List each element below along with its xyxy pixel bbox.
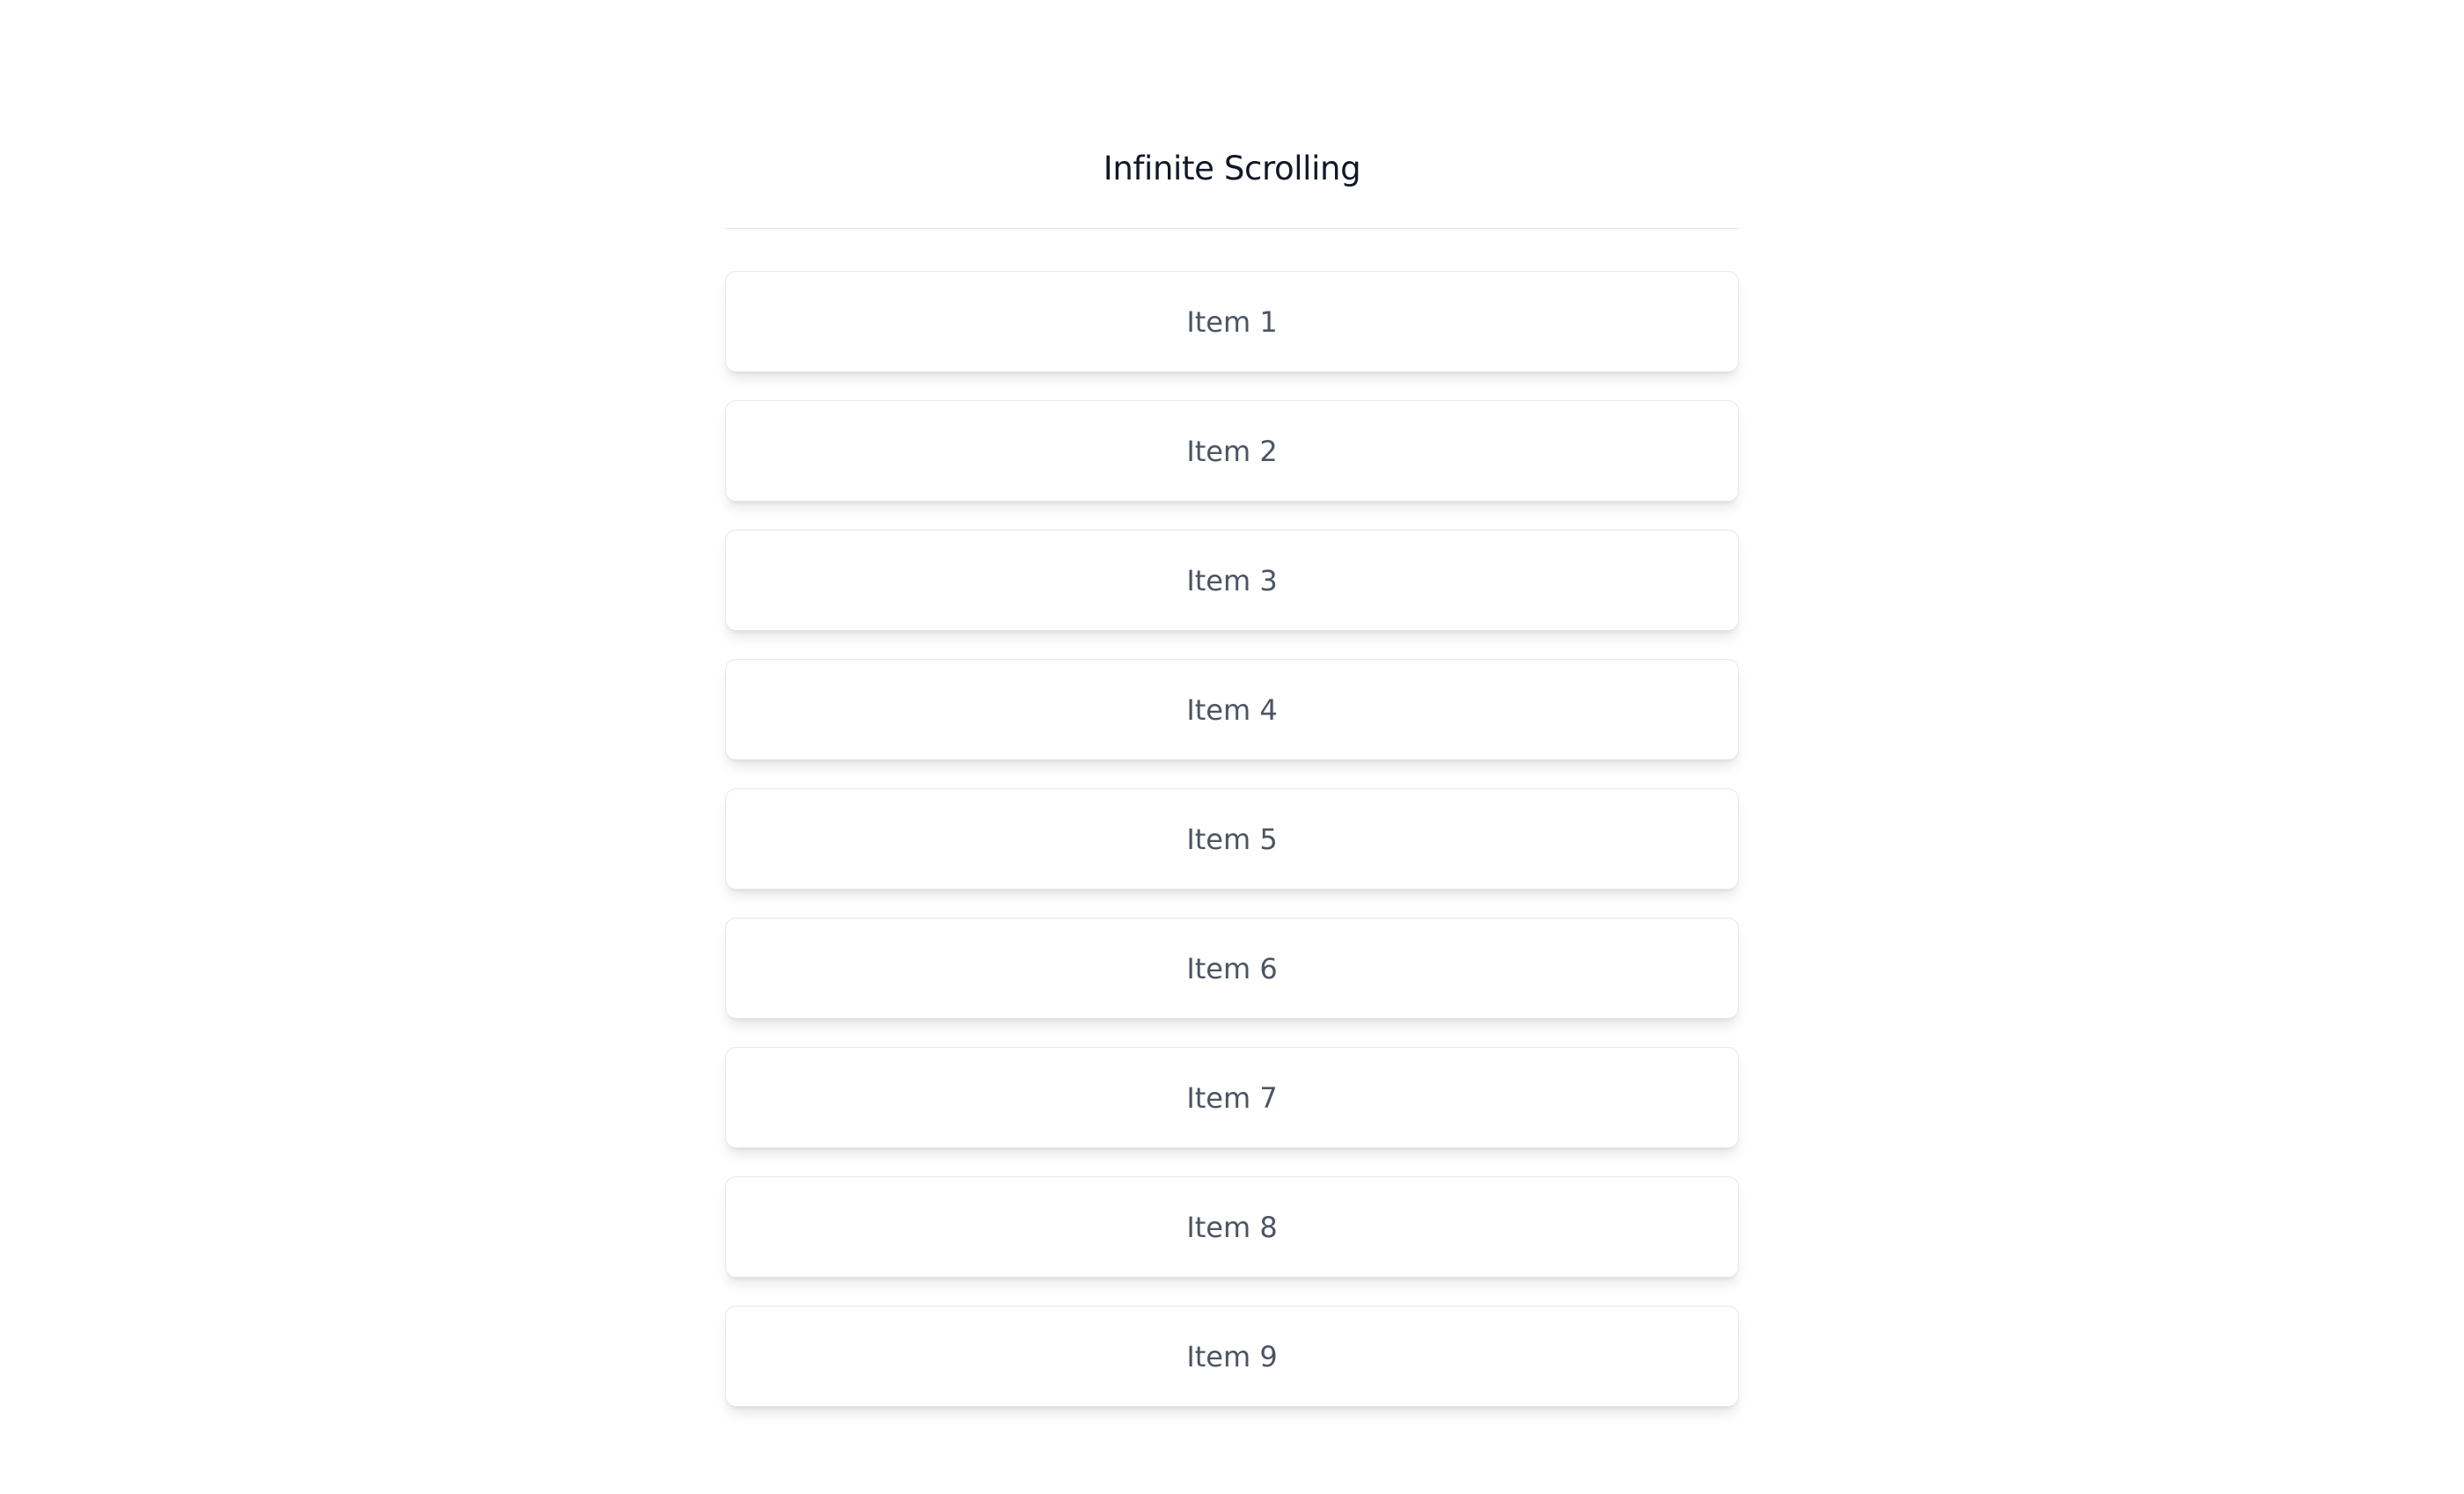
list-item-label: Item 5 bbox=[1186, 823, 1277, 856]
page: Infinite Scrolling Item 1 Item 2 Item 3 … bbox=[0, 0, 2464, 1407]
list-item-label: Item 9 bbox=[1186, 1340, 1277, 1373]
list-item[interactable]: Item 1 bbox=[725, 271, 1739, 372]
list-item[interactable]: Item 9 bbox=[725, 1306, 1739, 1407]
list-item-label: Item 3 bbox=[1186, 564, 1277, 597]
list-item[interactable]: Item 7 bbox=[725, 1047, 1739, 1148]
divider bbox=[725, 228, 1739, 229]
list-item-label: Item 4 bbox=[1186, 693, 1277, 727]
list-item[interactable]: Item 4 bbox=[725, 659, 1739, 760]
list-item[interactable]: Item 3 bbox=[725, 530, 1739, 631]
page-title: Infinite Scrolling bbox=[725, 150, 1739, 187]
list-item[interactable]: Item 5 bbox=[725, 788, 1739, 890]
list-item-label: Item 1 bbox=[1186, 305, 1277, 339]
item-list[interactable]: Item 1 Item 2 Item 3 Item 4 Item 5 Item … bbox=[725, 271, 1739, 1407]
main-container: Infinite Scrolling Item 1 Item 2 Item 3 … bbox=[725, 150, 1739, 1407]
list-item-label: Item 6 bbox=[1186, 952, 1277, 985]
list-item-label: Item 7 bbox=[1186, 1081, 1277, 1115]
list-item-label: Item 8 bbox=[1186, 1211, 1277, 1244]
list-item[interactable]: Item 2 bbox=[725, 400, 1739, 502]
list-item[interactable]: Item 6 bbox=[725, 918, 1739, 1019]
list-item[interactable]: Item 8 bbox=[725, 1176, 1739, 1278]
list-item-label: Item 2 bbox=[1186, 435, 1277, 468]
